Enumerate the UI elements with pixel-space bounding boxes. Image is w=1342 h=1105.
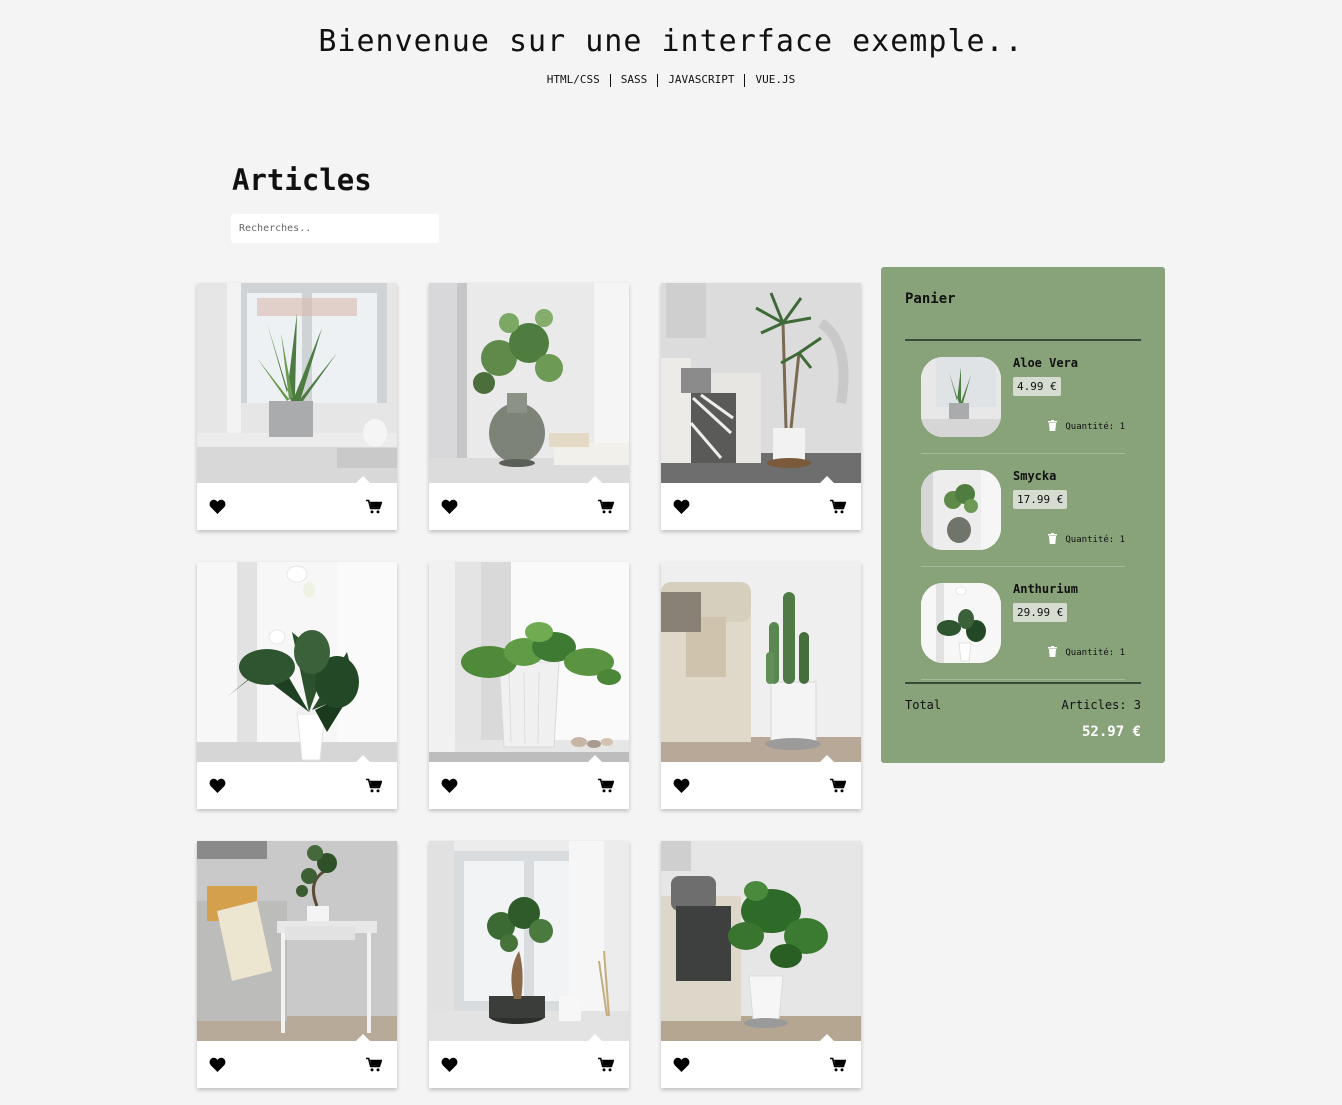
trash-icon[interactable] <box>1048 420 1058 434</box>
search-input[interactable] <box>231 214 439 243</box>
product-image[interactable] <box>661 562 861 762</box>
heart-icon[interactable] <box>208 498 226 516</box>
product-card[interactable] <box>197 283 397 530</box>
cart-item-quantity-row: Quantité: 1 <box>1048 420 1125 434</box>
trash-icon[interactable] <box>1048 533 1058 547</box>
product-image[interactable] <box>197 562 397 762</box>
tech-label-sass: SASS <box>620 73 648 86</box>
card-actions <box>197 483 397 530</box>
tech-label-html: HTML/CSS <box>546 73 600 86</box>
cart-icon[interactable] <box>365 498 383 516</box>
article-count: Articles: 3 <box>1061 698 1141 712</box>
card-actions <box>197 762 397 809</box>
cart-icon[interactable] <box>829 1056 847 1074</box>
trash-icon[interactable] <box>1048 646 1058 660</box>
cart-item-price: 29.99 € <box>1013 603 1068 622</box>
product-image[interactable] <box>197 841 397 1041</box>
heart-icon[interactable] <box>208 1056 226 1074</box>
product-card[interactable] <box>197 562 397 809</box>
page-header: Bienvenue sur une interface exemple.. HT… <box>0 0 1342 87</box>
heart-icon[interactable] <box>672 1056 690 1074</box>
image-notch <box>588 755 602 762</box>
cart-item-thumbnail <box>921 357 1001 437</box>
heart-icon[interactable] <box>440 1056 458 1074</box>
image-notch <box>356 476 370 483</box>
cart-icon[interactable] <box>365 777 383 795</box>
total-label: Total <box>905 698 942 712</box>
product-image[interactable] <box>429 562 629 762</box>
heart-icon[interactable] <box>672 498 690 516</box>
product-image[interactable] <box>429 283 629 483</box>
image-notch <box>356 1034 370 1041</box>
heart-icon[interactable] <box>208 777 226 795</box>
product-card[interactable] <box>429 841 629 1088</box>
card-actions <box>429 1041 629 1088</box>
cart-panel: Panier Aloe Vera 4.99 € Quantité: 1 Smyc… <box>881 267 1165 763</box>
heart-icon[interactable] <box>440 777 458 795</box>
cart-item-name: Smycka <box>1013 469 1057 483</box>
total-price: 52.97 € <box>1081 724 1141 740</box>
tech-nav: HTML/CSS SASS JAVASCRIPT VUE.JS <box>0 73 1342 87</box>
image-notch <box>356 755 370 762</box>
image-notch <box>588 476 602 483</box>
product-card[interactable] <box>661 841 861 1088</box>
cart-icon[interactable] <box>597 498 615 516</box>
articles-title: Articles <box>232 163 372 197</box>
card-actions <box>661 483 861 530</box>
card-actions <box>661 762 861 809</box>
image-notch <box>588 1034 602 1041</box>
tech-label-javascript: JAVASCRIPT <box>668 73 735 86</box>
product-card[interactable] <box>429 562 629 809</box>
product-image[interactable] <box>661 283 861 483</box>
heart-icon[interactable] <box>440 498 458 516</box>
product-card[interactable] <box>661 562 861 809</box>
product-card[interactable] <box>429 283 629 530</box>
tech-label-vue: VUE.JS <box>755 73 796 86</box>
cart-icon[interactable] <box>829 777 847 795</box>
page-title: Bienvenue sur une interface exemple.. <box>318 24 1024 59</box>
cart-item: Aloe Vera 4.99 € Quantité: 1 <box>921 341 1125 454</box>
product-image[interactable] <box>197 283 397 483</box>
divider <box>905 682 1141 684</box>
card-actions <box>197 1041 397 1088</box>
cart-icon[interactable] <box>597 1056 615 1074</box>
cart-item-quantity-row: Quantité: 1 <box>1048 533 1125 547</box>
cart-item-name: Anthurium <box>1013 582 1079 596</box>
cart-item-price: 4.99 € <box>1013 377 1061 396</box>
heart-icon[interactable] <box>672 777 690 795</box>
product-image[interactable] <box>429 841 629 1041</box>
image-notch <box>820 1034 834 1041</box>
cart-item-thumbnail <box>921 583 1001 663</box>
cart-item-quantity: Quantité: 1 <box>1065 535 1125 545</box>
image-notch <box>820 476 834 483</box>
cart-item-quantity: Quantité: 1 <box>1065 422 1125 432</box>
cart-item-quantity: Quantité: 1 <box>1065 648 1125 658</box>
cart-item: Smycka 17.99 € Quantité: 1 <box>921 454 1125 567</box>
card-actions <box>661 1041 861 1088</box>
cart-icon[interactable] <box>597 777 615 795</box>
product-image[interactable] <box>661 841 861 1041</box>
cart-totals: Total Articles: 3 <box>905 698 1141 712</box>
image-notch <box>820 755 834 762</box>
product-card[interactable] <box>197 841 397 1088</box>
card-actions <box>429 762 629 809</box>
cart-item-quantity-row: Quantité: 1 <box>1048 646 1125 660</box>
cart-item: Anthurium 29.99 € Quantité: 1 <box>921 567 1125 680</box>
card-actions <box>429 483 629 530</box>
cart-item-price: 17.99 € <box>1013 490 1068 509</box>
cart-icon[interactable] <box>365 1056 383 1074</box>
cart-item-thumbnail <box>921 470 1001 550</box>
cart-title: Panier <box>905 291 956 307</box>
product-grid <box>197 283 861 1088</box>
product-card[interactable] <box>661 283 861 530</box>
cart-icon[interactable] <box>829 498 847 516</box>
cart-item-name: Aloe Vera <box>1013 356 1079 370</box>
